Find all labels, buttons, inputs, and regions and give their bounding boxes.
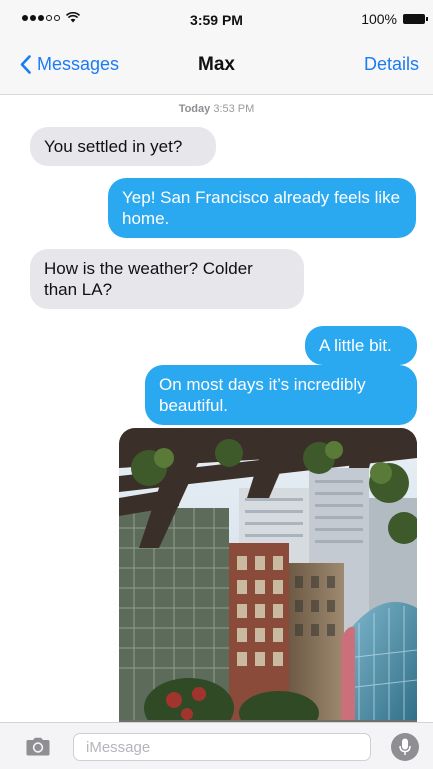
timestamp-time: 3:53 PM: [213, 103, 255, 115]
status-right: 100%: [361, 11, 428, 27]
battery-icon: [403, 14, 428, 24]
city-building-photo: [119, 428, 417, 728]
details-button[interactable]: Details: [364, 54, 419, 75]
navigation-bar: Messages Max Details: [0, 36, 433, 95]
message-bubble-incoming[interactable]: You settled in yet?: [30, 127, 216, 166]
microphone-button[interactable]: [391, 733, 419, 761]
battery-percent: 100%: [361, 11, 397, 27]
imessage-input[interactable]: [73, 733, 371, 761]
message-bubble-incoming[interactable]: How is the weather? Colder than LA?: [30, 249, 304, 309]
status-bar: 3:59 PM 100%: [0, 0, 433, 36]
message-input-bar: [0, 722, 433, 769]
timestamp-day: Today: [178, 103, 211, 115]
message-bubble-outgoing[interactable]: A little bit.: [305, 326, 417, 365]
conversation-timestamp: Today 3:53 PM: [0, 103, 433, 115]
message-bubble-outgoing[interactable]: On most days it’s incredibly beautiful.: [145, 365, 417, 425]
camera-button[interactable]: [26, 737, 50, 761]
message-bubble-outgoing[interactable]: Yep! San Francisco already feels like ho…: [108, 178, 416, 238]
microphone-icon: [399, 738, 411, 755]
camera-icon: [26, 737, 50, 756]
messages-screen: 3:59 PM 100% Messages Max Details Today …: [0, 0, 433, 769]
photo-attachment[interactable]: [119, 428, 417, 728]
